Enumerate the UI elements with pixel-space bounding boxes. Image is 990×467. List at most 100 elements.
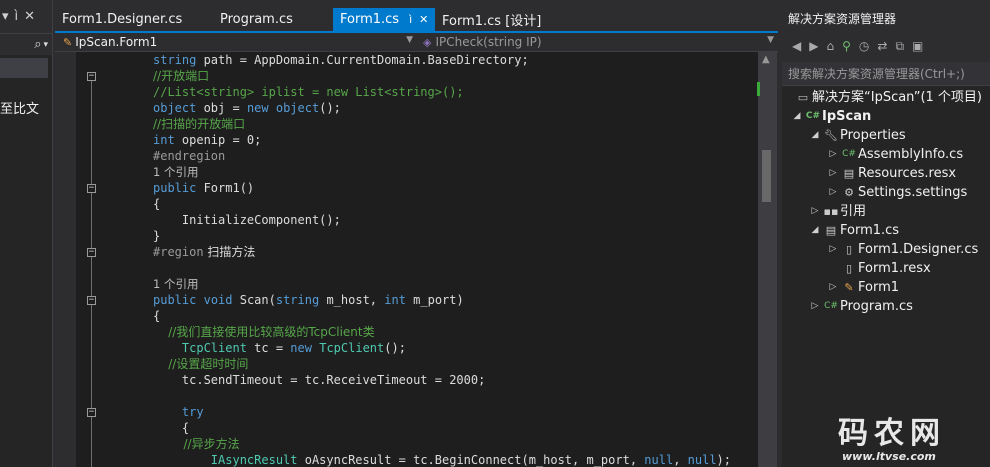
tree-item-resources[interactable]: ▷ ▤ Resources.resx xyxy=(826,164,957,183)
editor-vertical-scrollbar[interactable]: ▲ xyxy=(758,52,777,467)
code-line: { xyxy=(153,421,190,435)
watermark: 码农网 www.ltvse.com xyxy=(838,408,946,463)
code-line: //设置超时时间 xyxy=(153,357,249,371)
code-line: InitializeComponent(); xyxy=(153,213,341,227)
tab-label: Program.cs xyxy=(220,12,293,27)
expanded-arrow-icon[interactable]: ◢ xyxy=(808,221,822,240)
change-marker xyxy=(757,82,760,96)
collapsed-arrow-icon[interactable]: ▷ xyxy=(808,202,822,221)
tab-form1-cs[interactable]: Form1.cs ì ✕ xyxy=(333,8,435,31)
code-editor[interactable]: − − − − − string path = AppDomain.Curren… xyxy=(60,52,758,467)
class-selector[interactable]: ✎ IpScan.Form1 ▼ xyxy=(55,33,417,51)
close-icon[interactable]: ✕ xyxy=(24,9,35,24)
member-selector-value: IPCheck(string IP) xyxy=(435,35,542,49)
expanded-arrow-icon[interactable]: ◢ xyxy=(790,107,804,126)
collapsed-arrow-icon[interactable]: ▷ xyxy=(826,183,840,202)
tab-label: Form1.cs xyxy=(340,12,400,27)
tab-form1-design[interactable]: Form1.cs [设计] xyxy=(435,8,575,31)
tab-label: Form1.cs [设计] xyxy=(442,14,542,29)
tree-item-project[interactable]: ◢ C# IpScan xyxy=(790,107,872,126)
tree-item-form1-resx[interactable]: ▯ Form1.resx xyxy=(840,259,931,278)
left-tool-window-toolbar: ⌕ ▾ xyxy=(0,33,52,55)
collapse-toggle[interactable]: − xyxy=(87,248,96,257)
home-icon[interactable]: ⌂ xyxy=(826,39,834,53)
code-line: public void Scan(string m_host, int m_po… xyxy=(153,293,464,307)
csharp-file-icon: C# xyxy=(842,149,856,159)
tree-item-solution[interactable]: ▭ 解决方案“IpScan”(1 个项目) xyxy=(794,88,982,107)
tab-label: Form1.Designer.cs xyxy=(62,12,183,27)
watermark-url: www.ltvse.com xyxy=(842,450,936,463)
tree-item-form1-cs[interactable]: ◢ ▤ Form1.cs xyxy=(808,221,900,240)
code-line: } xyxy=(153,229,161,243)
tree-item-form1-class[interactable]: ▷ ✎ Form1 xyxy=(826,278,900,297)
scroll-up-icon[interactable]: ▲ xyxy=(762,54,770,65)
code-line: tc.SendTimeout = tc.ReceiveTimeout = 200… xyxy=(153,373,486,387)
back-icon[interactable]: ◀ xyxy=(792,39,801,53)
tab-form1-designer[interactable]: Form1.Designer.cs xyxy=(55,8,213,31)
tree-item-label: Form1.cs xyxy=(840,223,900,238)
collapse-toggle[interactable]: − xyxy=(87,72,96,81)
tree-item-label: Form1.resx xyxy=(858,261,931,276)
wrench-icon: 🔧︎ xyxy=(824,129,838,142)
tree-item-form1-designer[interactable]: ▷ ▯ Form1.Designer.cs xyxy=(826,240,979,259)
tree-item-label: Resources.resx xyxy=(858,166,957,181)
reference-count-link[interactable]: 1 个引用 xyxy=(153,276,198,292)
collapse-toggle[interactable]: − xyxy=(87,184,96,193)
show-all-files-icon[interactable]: ▣ xyxy=(912,39,923,53)
tree-item-label: Form1.Designer.cs xyxy=(858,242,979,257)
code-line: public Form1() xyxy=(153,181,255,195)
references-icon: ▪▪ xyxy=(823,205,839,218)
scrollbar-thumb[interactable] xyxy=(762,150,771,202)
tree-item-properties[interactable]: ◢ 🔧︎ Properties xyxy=(808,126,906,145)
collapsed-arrow-icon[interactable]: ▷ xyxy=(826,240,840,259)
refresh-icon[interactable]: ⇄ xyxy=(877,39,887,53)
code-line: #region 扫描方法 xyxy=(153,245,256,259)
history-icon[interactable]: ◷ xyxy=(859,39,869,53)
tree-item-program[interactable]: ▷ C# Program.cs xyxy=(808,297,913,316)
left-tool-window-search[interactable] xyxy=(0,58,48,78)
collapsed-arrow-icon[interactable]: ▷ xyxy=(808,297,822,316)
expanded-arrow-icon[interactable]: ◢ xyxy=(808,126,822,145)
chevron-down-icon[interactable]: ▾ xyxy=(2,9,9,24)
sync-icon[interactable]: ⚲ xyxy=(842,39,851,53)
chevron-down-icon[interactable]: ▾ xyxy=(43,40,48,50)
collapsed-arrow-icon[interactable]: ▷ xyxy=(826,145,840,164)
tree-item-settings[interactable]: ▷ ⚙ Settings.settings xyxy=(826,183,968,202)
csharp-file-icon: ▯ xyxy=(845,243,853,256)
method-icon: ◈ xyxy=(423,35,432,49)
close-icon[interactable]: ✕ xyxy=(419,13,428,26)
search-icon[interactable]: ⌕ xyxy=(34,37,41,52)
tree-item-label: Program.cs xyxy=(840,299,913,314)
tree-item-label: 引用 xyxy=(840,204,867,219)
pin-icon[interactable]: ì xyxy=(15,9,19,24)
csharp-project-icon: C# xyxy=(805,111,821,121)
settings-gear-icon: ⚙ xyxy=(844,186,854,199)
tree-item-label: Settings.settings xyxy=(858,185,968,200)
resx-file-icon: ▤ xyxy=(843,167,855,180)
tree-item-label: 解决方案“IpScan”(1 个项目) xyxy=(812,90,982,105)
tree-item-references[interactable]: ▷ ▪▪ 引用 xyxy=(808,202,866,221)
solution-icon: ▭ xyxy=(797,91,809,104)
editor-margin xyxy=(60,52,76,467)
member-selector[interactable]: ◈ IPCheck(string IP) ▼ xyxy=(417,33,778,51)
pin-icon[interactable]: ì xyxy=(409,13,412,26)
resx-file-icon: ▯ xyxy=(845,262,853,275)
collapse-toggle[interactable]: − xyxy=(87,296,96,305)
collapse-all-icon[interactable]: ⧉ xyxy=(895,39,904,54)
tab-program[interactable]: Program.cs xyxy=(213,8,333,31)
collapse-toggle[interactable]: − xyxy=(87,408,96,417)
solution-explorer-search[interactable]: 搜索解决方案资源管理器(Ctrl+;) xyxy=(782,62,990,86)
code-line: try xyxy=(181,405,204,419)
reference-count-link[interactable]: 1 个引用 xyxy=(153,164,198,180)
tree-item-label: Properties xyxy=(840,128,906,143)
code-line: #endregion xyxy=(153,149,226,163)
forward-icon[interactable]: ▶ xyxy=(809,39,818,53)
collapsed-arrow-icon[interactable]: ▷ xyxy=(826,164,840,183)
code-line: //我们直接使用比较高级的TcpClient类 xyxy=(153,325,375,339)
left-tool-window: ▾ ì ✕ ⌕ ▾ 至比文 xyxy=(0,0,53,467)
class-icon: ✎ xyxy=(63,35,73,49)
tree-item-assemblyinfo[interactable]: ▷ C# AssemblyInfo.cs xyxy=(826,145,964,164)
class-icon: ✎ xyxy=(844,281,854,294)
solution-explorer-title: 解决方案资源管理器 xyxy=(782,8,990,30)
collapsed-arrow-icon[interactable]: ▷ xyxy=(826,278,840,297)
